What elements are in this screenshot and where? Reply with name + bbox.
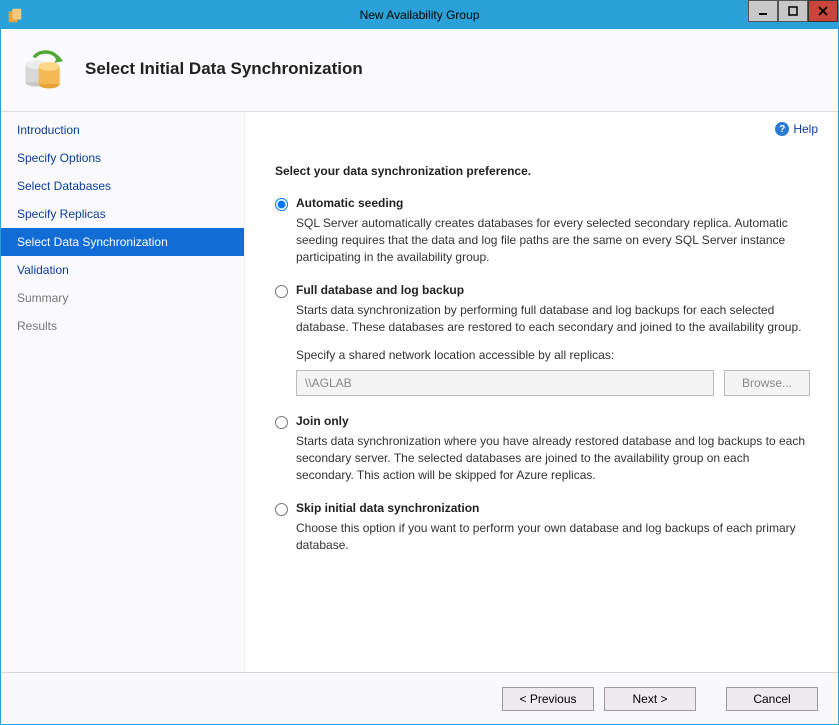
maximize-button[interactable] xyxy=(778,0,808,22)
share-path-row: Browse... xyxy=(296,370,810,396)
wizard-sidebar: Introduction Specify Options Select Data… xyxy=(1,112,245,672)
sidebar-item-select-databases[interactable]: Select Databases xyxy=(1,172,244,200)
wizard-window: New Availability Group xyxy=(0,0,839,725)
wizard-header: Select Initial Data Synchronization xyxy=(1,29,838,112)
option-automatic-seeding-row[interactable]: Automatic seeding xyxy=(275,196,810,211)
option-automatic-seeding-desc: SQL Server automatically creates databas… xyxy=(296,215,810,265)
option-join-only: Join only Starts data synchronization wh… xyxy=(275,414,818,483)
option-full-backup-desc: Starts data synchronization by performin… xyxy=(296,302,810,336)
sidebar-item-specify-options[interactable]: Specify Options xyxy=(1,144,244,172)
browse-button: Browse... xyxy=(724,370,810,396)
sidebar-item-introduction[interactable]: Introduction xyxy=(1,116,244,144)
radio-full-backup[interactable] xyxy=(275,285,288,298)
sidebar-item-validation[interactable]: Validation xyxy=(1,256,244,284)
option-full-backup-label: Full database and log backup xyxy=(296,283,464,297)
previous-button[interactable]: < Previous xyxy=(502,687,594,711)
app-icon xyxy=(6,6,24,24)
titlebar: New Availability Group xyxy=(1,1,838,29)
option-skip: Skip initial data synchronization Choose… xyxy=(275,501,818,554)
cancel-button[interactable]: Cancel xyxy=(726,687,818,711)
option-join-only-desc: Starts data synchronization where you ha… xyxy=(296,433,810,483)
sidebar-item-summary: Summary xyxy=(1,284,244,312)
wizard-body: Introduction Specify Options Select Data… xyxy=(1,112,838,672)
option-automatic-seeding: Automatic seeding SQL Server automatical… xyxy=(275,196,818,265)
content-prompt: Select your data synchronization prefere… xyxy=(275,164,818,178)
sidebar-item-select-data-synchronization[interactable]: Select Data Synchronization xyxy=(1,228,244,256)
option-skip-label: Skip initial data synchronization xyxy=(296,501,479,515)
sidebar-item-results: Results xyxy=(1,312,244,340)
window-controls xyxy=(748,1,838,29)
share-path-input xyxy=(296,370,714,396)
page-title: Select Initial Data Synchronization xyxy=(85,59,363,79)
option-skip-row[interactable]: Skip initial data synchronization xyxy=(275,501,810,516)
help-label: Help xyxy=(793,122,818,136)
wizard-content: ? Help Select your data synchronization … xyxy=(245,112,838,672)
sync-icon xyxy=(21,47,65,91)
option-full-backup-row[interactable]: Full database and log backup xyxy=(275,283,810,298)
help-icon: ? xyxy=(775,122,789,136)
radio-join-only[interactable] xyxy=(275,416,288,429)
wizard-footer: < Previous Next > Cancel xyxy=(1,672,838,724)
option-automatic-seeding-label: Automatic seeding xyxy=(296,196,403,210)
option-full-backup: Full database and log backup Starts data… xyxy=(275,283,818,396)
minimize-button[interactable] xyxy=(748,0,778,22)
close-button[interactable] xyxy=(808,0,838,22)
option-join-only-row[interactable]: Join only xyxy=(275,414,810,429)
sidebar-item-specify-replicas[interactable]: Specify Replicas xyxy=(1,200,244,228)
next-button[interactable]: Next > xyxy=(604,687,696,711)
option-skip-desc: Choose this option if you want to perfor… xyxy=(296,520,810,554)
share-path-prompt: Specify a shared network location access… xyxy=(296,348,810,362)
radio-skip[interactable] xyxy=(275,503,288,516)
radio-automatic-seeding[interactable] xyxy=(275,198,288,211)
option-join-only-label: Join only xyxy=(296,414,349,428)
window-title: New Availability Group xyxy=(360,8,480,22)
help-link[interactable]: ? Help xyxy=(775,122,818,136)
